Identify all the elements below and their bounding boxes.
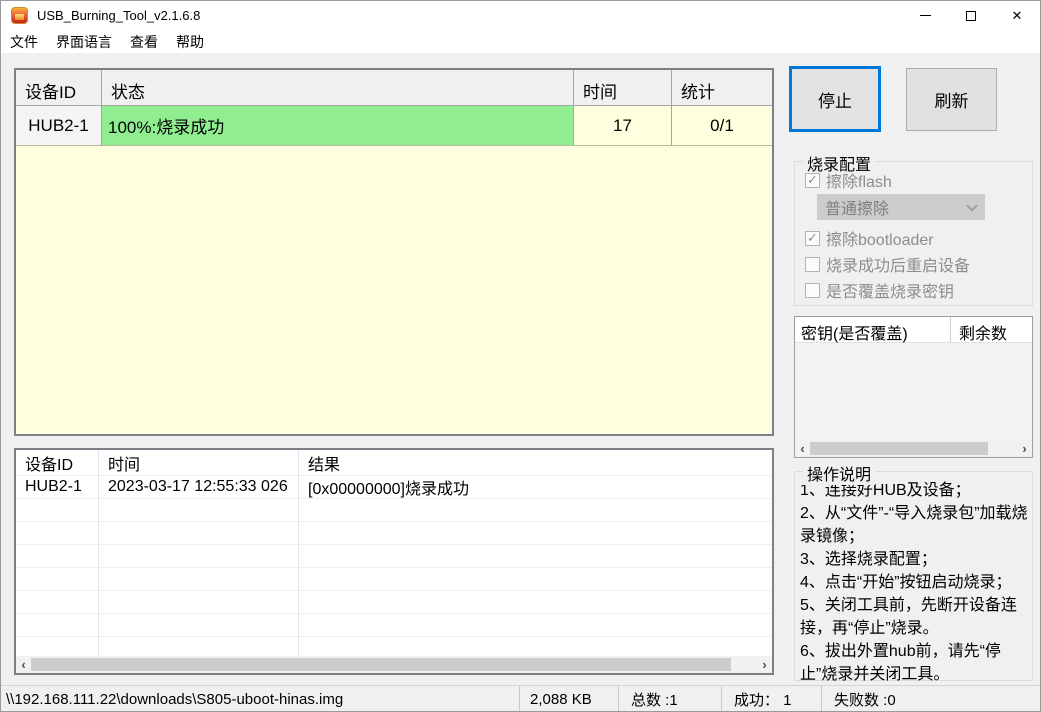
window-title: USB_Burning_Tool_v2.1.6.8 <box>37 8 201 23</box>
total-count: 总数 :1 <box>618 686 721 711</box>
minimize-button[interactable] <box>902 1 948 30</box>
instruction-line: 6、拔出外置hub前，请先“停止”烧录并关闭工具。 <box>800 643 1001 683</box>
device-id-cell: HUB2-1 <box>16 106 102 146</box>
checkbox-checked-icon <box>805 172 820 188</box>
image-file-size: 2,088 KB <box>519 686 618 711</box>
checkbox-reboot-after-success[interactable]: 烧录成功后重启设备 <box>805 252 970 276</box>
device-table-header: 设备ID 状态 时间 统计 <box>16 70 772 106</box>
instructions-title: 操作说明 <box>803 461 876 485</box>
log-table-header: 设备ID 时间 结果 <box>16 450 772 476</box>
scroll-right-icon[interactable]: › <box>757 656 772 673</box>
device-row[interactable]: HUB2-1 100%:烧录成功 17 0/1 <box>16 106 772 146</box>
menu-language[interactable]: 界面语言 <box>47 30 121 54</box>
menu-view[interactable]: 查看 <box>121 30 167 54</box>
checkbox-erase-bootloader[interactable]: 擦除bootloader <box>805 226 934 250</box>
log-empty-row <box>16 568 772 591</box>
checkbox-unchecked-icon <box>805 282 820 298</box>
log-empty-row <box>16 522 772 545</box>
scrollbar-thumb[interactable] <box>31 658 731 671</box>
maximize-icon <box>966 10 976 21</box>
menu-bar: 文件 界面语言 查看 帮助 <box>1 30 1040 53</box>
app-icon <box>11 7 28 24</box>
instructions-group: 操作说明 1、连接好HUB及设备； 2、从“文件”-“导入烧录包”加载烧录镜像；… <box>794 461 1033 683</box>
instruction-line: 2、从“文件”-“导入烧录包”加载烧录镜像； <box>800 505 1028 545</box>
menu-file[interactable]: 文件 <box>1 30 47 54</box>
burn-time-cell: 17 <box>574 106 672 146</box>
burn-stats-cell: 0/1 <box>672 106 772 146</box>
instructions-text: 1、连接好HUB及设备； 2、从“文件”-“导入烧录包”加载烧录镜像； 3、选择… <box>795 472 1032 686</box>
reboot-after-label: 烧录成功后重启设备 <box>826 258 971 275</box>
log-row[interactable]: HUB2-1 2023-03-17 12:55:33 026 [0x000000… <box>16 476 772 499</box>
erase-bootloader-label: 擦除bootloader <box>826 232 934 249</box>
menu-help[interactable]: 帮助 <box>167 30 213 54</box>
stop-button[interactable]: 停止 <box>789 66 881 132</box>
checkbox-checked-icon <box>805 230 820 246</box>
scrollbar-thumb[interactable] <box>810 442 988 455</box>
log-header-time: 时间 <box>98 450 298 475</box>
log-empty-row <box>16 499 772 522</box>
burn-config-group: 烧录配置 擦除flash 普通擦除 擦除bootloader 烧录成功后重启设备… <box>794 151 1033 306</box>
title-bar: USB_Burning_Tool_v2.1.6.8 ✕ <box>1 1 1040 30</box>
checkbox-overwrite-key[interactable]: 是否覆盖烧录密钥 <box>805 278 954 302</box>
log-device-id: HUB2-1 <box>25 478 82 495</box>
refresh-button[interactable]: 刷新 <box>906 68 997 131</box>
success-count: 成功： 1 <box>721 686 821 711</box>
scroll-left-icon[interactable]: ‹ <box>795 440 810 457</box>
scroll-right-icon[interactable]: › <box>1017 440 1032 457</box>
checkbox-erase-flash[interactable]: 擦除flash <box>805 168 892 192</box>
log-header-device-id: 设备ID <box>25 456 74 474</box>
log-table: 设备ID 时间 结果 HUB2-1 2023-03-17 12:55:33 02… <box>14 448 774 675</box>
erase-mode-select[interactable]: 普通擦除 <box>817 194 985 220</box>
log-header-result: 结果 <box>298 450 772 475</box>
image-file-path: \\192.168.111.22\downloads\S805-uboot-hi… <box>6 691 344 708</box>
device-table: 设备ID 状态 时间 统计 HUB2-1 100%:烧录成功 17 0/1 <box>14 68 774 436</box>
log-table-scrollbar[interactable]: ‹ › <box>16 656 772 673</box>
header-stats: 统计 <box>672 70 772 106</box>
chevron-down-icon <box>966 200 978 212</box>
log-time: 2023-03-17 12:55:33 026 <box>98 476 298 498</box>
instruction-line: 3、选择烧录配置； <box>800 551 937 568</box>
usb-burning-tool-window: USB_Burning_Tool_v2.1.6.8 ✕ 文件 界面语言 查看 帮… <box>0 0 1041 712</box>
burn-status-cell: 100%:烧录成功 <box>102 106 574 146</box>
fail-count: 失败数 :0 <box>821 686 1040 711</box>
header-key-overwrite: 密钥(是否覆盖) <box>795 317 951 343</box>
header-status: 状态 <box>102 70 574 106</box>
key-table: 密钥(是否覆盖) 剩余数 ‹ › <box>794 316 1033 458</box>
log-empty-row <box>16 545 772 568</box>
log-empty-row <box>16 591 772 614</box>
overwrite-key-label: 是否覆盖烧录密钥 <box>826 284 955 301</box>
close-button[interactable]: ✕ <box>994 1 1040 30</box>
close-icon: ✕ <box>1011 8 1023 23</box>
header-remaining: 剩余数 <box>959 326 1008 343</box>
window-controls: ✕ <box>902 1 1040 30</box>
erase-mode-value: 普通擦除 <box>825 201 890 218</box>
checkbox-unchecked-icon <box>805 256 820 272</box>
header-time: 时间 <box>574 70 672 106</box>
erase-flash-label: 擦除flash <box>826 174 892 191</box>
instruction-line: 5、关闭工具前，先断开设备连接，再“停止”烧录。 <box>800 597 1017 637</box>
log-empty-row <box>16 614 772 637</box>
key-table-scrollbar[interactable]: ‹ › <box>795 440 1032 457</box>
scroll-left-icon[interactable]: ‹ <box>16 656 31 673</box>
key-table-header: 密钥(是否覆盖) 剩余数 <box>795 317 1032 343</box>
minimize-icon <box>919 15 931 16</box>
status-bar: \\192.168.111.22\downloads\S805-uboot-hi… <box>1 685 1040 711</box>
header-device-id: 设备ID <box>16 70 102 106</box>
log-result: [0x00000000]烧录成功 <box>298 476 772 498</box>
instruction-line: 4、点击“开始”按钮启动烧录； <box>800 574 1012 591</box>
maximize-button[interactable] <box>948 1 994 30</box>
